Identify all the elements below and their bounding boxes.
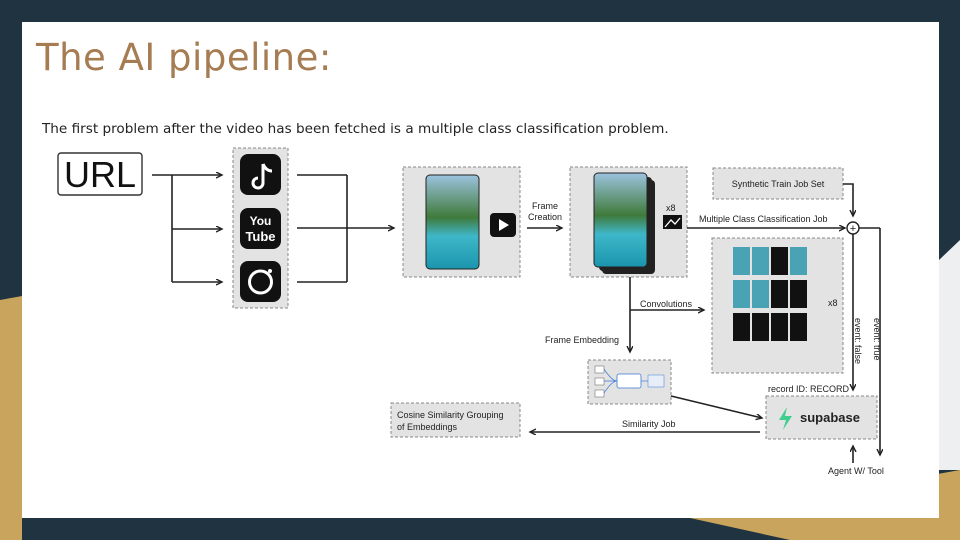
image-icon <box>663 215 682 229</box>
cosine-similarity-box: Cosine Similarity Grouping of Embeddings <box>390 402 521 438</box>
event-false-label: event: false <box>853 318 863 364</box>
merge-node: + <box>846 221 860 235</box>
frame-creation-label-1: Frame <box>532 201 558 211</box>
frame-embedding-label: Frame Embedding <box>545 335 619 345</box>
play-icon <box>490 213 516 237</box>
frames-panel: x8 <box>569 166 688 278</box>
tiktok-icon <box>240 154 281 195</box>
classification-job-label: Multiple Class Classification Job <box>699 214 828 224</box>
supabase-label: supabase <box>800 410 860 425</box>
frames-multiplier: x8 <box>666 203 676 213</box>
convolutions-label: Convolutions <box>640 299 693 309</box>
social-source-panel: You Tube <box>232 147 289 309</box>
url-fanout-arrows <box>152 175 222 282</box>
frame-creation-label-2: Creation <box>528 212 562 222</box>
video-panel <box>402 166 521 278</box>
embedding-to-supabase-arrow <box>670 395 762 418</box>
supabase-box: supabase <box>765 395 878 440</box>
similarity-job-label: Similarity Job <box>622 419 676 429</box>
youtube-text-top: You <box>250 214 272 228</box>
cosine-label-2: of Embeddings <box>397 422 458 432</box>
agent-tool-label: Agent W/ Tool <box>828 466 884 476</box>
url-label: URL <box>64 154 136 195</box>
synthetic-train-box: Synthetic Train Job Set <box>712 167 844 200</box>
merge-plus: + <box>850 223 856 235</box>
youtube-icon: You Tube <box>240 208 281 249</box>
synthetic-to-merge-arrow <box>843 183 853 216</box>
instagram-icon <box>240 261 281 302</box>
url-box: URL <box>57 152 143 196</box>
video-thumbnail <box>425 174 480 270</box>
youtube-text-bottom: Tube <box>245 229 275 244</box>
feature-map-multiplier: x8 <box>828 298 838 308</box>
merge-arrows <box>297 174 394 283</box>
event-true-label: event: true <box>872 318 882 361</box>
convolution-flow <box>630 277 704 352</box>
pipeline-diagram: URL You Tube Frame Creation x8 Synthetic… <box>57 147 884 476</box>
embedding-panel <box>587 359 672 405</box>
record-id-label: record ID: RECORD <box>768 384 850 394</box>
frame-stack-thumbnail <box>593 172 648 268</box>
cosine-label-1: Cosine Similarity Grouping <box>397 410 504 420</box>
feature-map-panel: x8 <box>711 237 844 374</box>
synthetic-train-label: Synthetic Train Job Set <box>732 179 825 189</box>
